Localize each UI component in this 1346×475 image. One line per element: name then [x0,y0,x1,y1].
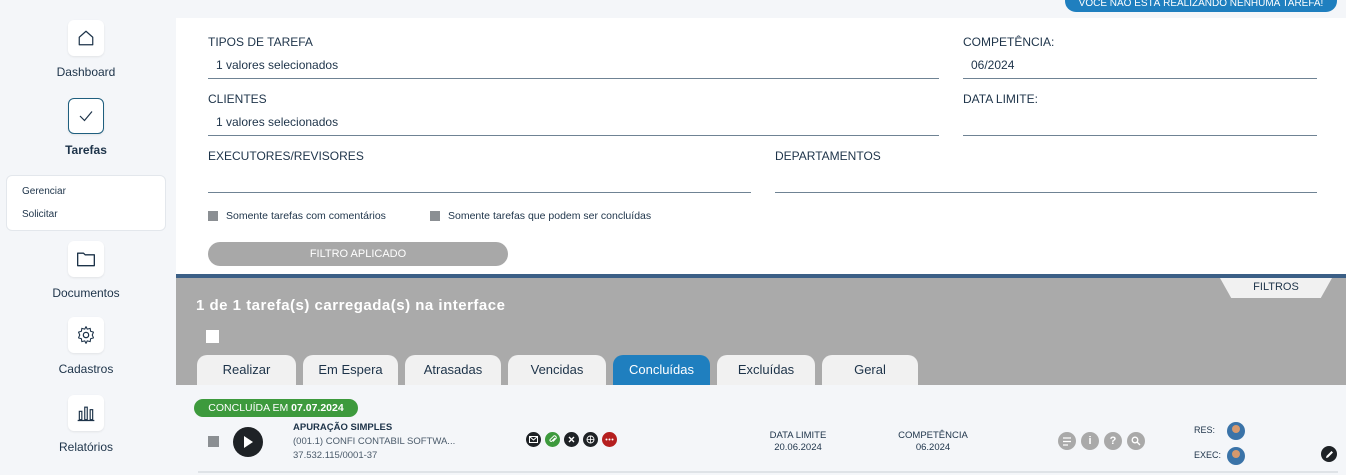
sidebar-item-documentos[interactable]: Documentos [0,241,172,300]
executores-field[interactable]: EXECUTORES/REVISORES [208,149,751,193]
tab-geral[interactable]: Geral [822,355,918,385]
competencia-col-label: COMPETÊNCIA [898,430,968,441]
filter-applied-button[interactable]: FILTRO APLICADO [208,242,508,266]
data-limite-col-value: 20.06.2024 [774,442,822,453]
play-button[interactable] [233,427,263,457]
tab-em-espera[interactable]: Em Espera [303,355,398,385]
filtros-toggle-tab[interactable]: FILTROS [1220,278,1332,298]
sidebar-item-label: Documentos [52,286,120,300]
avatar[interactable] [1227,447,1245,465]
no-task-badge: VOCÊ NÃO ESTÁ REALIZANDO NENHUMA TAREFA! [1065,0,1337,12]
status-badge: CONCLUÍDA EM 07.07.2024 [194,399,358,417]
comments-only-label: Somente tarefas com comentários [226,210,386,222]
sidebar-item-dashboard[interactable]: Dashboard [0,20,172,79]
pencil-icon [1325,450,1333,458]
task-client: (001.1) CONFI CONTABIL SOFTWA... [293,436,456,447]
competencia-field[interactable]: COMPETÊNCIA: 06/2024 [963,35,1317,79]
competencia-col-value: 06.2024 [915,442,951,453]
task-title: APURAÇÃO SIMPLES [293,422,393,433]
data-limite-value [963,115,1317,132]
data-limite-label: DATA LIMITE: [963,92,1038,106]
more-icon[interactable] [602,432,617,447]
tab-atrasadas[interactable]: Atrasadas [405,355,501,385]
submenu-item-gerenciar[interactable]: Gerenciar [7,180,165,203]
clientes-label: CLIENTES [208,92,267,106]
check-icon [68,98,104,134]
task-tabs: Realizar Em Espera Atrasadas Vencidas Co… [197,355,925,385]
task-tool-icons: i ? [1058,432,1150,450]
field-underline [208,192,751,193]
task-action-icons [526,432,621,447]
email-icon[interactable] [526,432,541,447]
submenu-item-solicitar[interactable]: Solicitar [7,203,165,226]
gear-icon [68,317,104,353]
data-limite-col-label: DATA LIMITE [769,430,827,441]
sidebar-item-label: Cadastros [58,362,114,376]
sidebar-item-label: Relatórios [58,440,114,454]
close-icon[interactable] [564,432,579,447]
field-underline [963,135,1317,136]
task-row-checkbox[interactable] [208,436,219,447]
home-icon [68,20,104,56]
search-icon[interactable] [1127,432,1145,450]
tipos-value: 1 valores selecionados [216,58,339,72]
history-icon[interactable] [1058,432,1076,450]
avatar[interactable] [1227,422,1245,440]
competencia-label: COMPETÊNCIA: [963,35,1055,49]
select-all-checkbox[interactable] [206,330,219,343]
field-underline [963,78,1317,79]
departamentos-label: DEPARTAMENTOS [775,149,881,163]
field-underline [208,78,939,79]
field-underline [208,135,939,136]
tab-concluidas[interactable]: Concluídas [613,355,710,385]
play-icon [244,436,253,448]
status-prefix: CONCLUÍDA EM [208,402,289,414]
checkbox-box[interactable] [430,211,440,221]
tarefas-submenu: Gerenciar Solicitar [6,175,166,231]
tab-realizar[interactable]: Realizar [197,355,296,385]
tipos-field[interactable]: TIPOS DE TAREFA 1 valores selecionados [208,35,939,79]
departamentos-value [775,172,1317,189]
filter-panel: TIPOS DE TAREFA 1 valores selecionados C… [176,18,1346,274]
clientes-value: 1 valores selecionados [216,115,339,129]
sidebar-item-cadastros[interactable]: Cadastros [0,317,172,376]
sidebar-item-tarefas[interactable]: Tarefas [0,98,172,157]
data-limite-field[interactable]: DATA LIMITE: [963,92,1317,136]
help-icon[interactable]: ? [1104,432,1122,450]
sidebar-item-label: Tarefas [65,143,107,157]
executores-label: EXECUTORES/REVISORES [208,149,364,163]
checkbox-box[interactable] [208,211,218,221]
task-row: CONCLUÍDA EM 07.07.2024 APURAÇÃO SIMPLES… [176,385,1346,475]
row-divider [198,471,1338,473]
tab-vencidas[interactable]: Vencidas [508,355,606,385]
task-list-header: FILTROS 1 de 1 tarefa(s) carregada(s) na… [176,278,1346,385]
info-icon[interactable]: i [1081,432,1099,450]
comments-only-checkbox[interactable]: Somente tarefas com comentários [208,210,386,222]
exec-label: EXEC: [1194,450,1222,460]
concluable-only-checkbox[interactable]: Somente tarefas que podem ser concluídas [430,210,651,222]
sidebar-item-relatorios[interactable]: Relatórios [0,395,172,454]
tab-excluidas[interactable]: Excluídas [717,355,815,385]
bar-chart-icon [68,395,104,431]
task-document-number: 37.532.115/0001-37 [293,450,378,461]
concluable-only-label: Somente tarefas que podem ser concluídas [448,210,652,222]
field-underline [775,192,1317,193]
globe-icon[interactable] [583,432,598,447]
executores-value [208,172,751,189]
sidebar: Dashboard Tarefas Gerenciar Solicitar Do… [0,0,172,475]
departamentos-field[interactable]: DEPARTAMENTOS [775,149,1317,193]
sidebar-item-label: Dashboard [56,65,116,79]
attachment-icon[interactable] [545,432,560,447]
loaded-count-text: 1 de 1 tarefa(s) carregada(s) na interfa… [196,297,506,314]
competencia-value: 06/2024 [971,58,1015,72]
status-date: 07.07.2024 [291,402,344,414]
res-label: RES: [1194,425,1216,435]
edit-button[interactable] [1321,446,1337,462]
folder-icon [68,241,104,277]
tipos-label: TIPOS DE TAREFA [208,35,313,49]
clientes-field[interactable]: CLIENTES 1 valores selecionados [208,92,939,136]
